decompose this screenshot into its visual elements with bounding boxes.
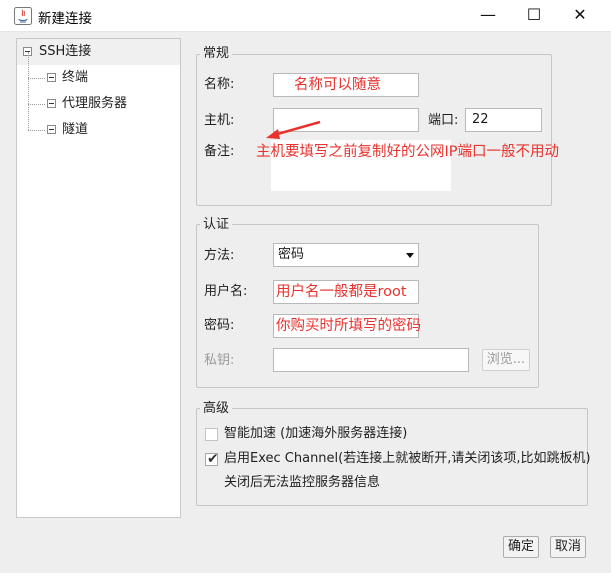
username-field[interactable]: 用户名一般都是root xyxy=(273,280,419,304)
maximize-button[interactable]: ☐ xyxy=(511,0,557,32)
tree-vertical-connector xyxy=(28,52,29,130)
smart-accel-label: 智能加速 (加速海外服务器连接) xyxy=(224,426,408,441)
window-title: 新建连接 xyxy=(38,11,92,27)
method-label: 方法: xyxy=(204,248,235,263)
smart-accel-checkbox[interactable] xyxy=(205,428,218,441)
general-legend: 常规 xyxy=(200,46,233,62)
collapse-icon[interactable] xyxy=(47,73,56,82)
title-bar: 新建连接 — ☐ ✕ xyxy=(0,0,611,32)
tree-item-label: 终端 xyxy=(62,70,89,85)
tree-connector xyxy=(28,78,45,80)
tree-item-terminal[interactable]: 终端 xyxy=(17,65,180,91)
minimize-button[interactable]: — xyxy=(465,0,511,32)
name-value: 名称可以随意 xyxy=(294,77,381,93)
tree-item-ssh[interactable]: SSH连接 xyxy=(17,39,180,65)
advanced-legend: 高级 xyxy=(200,401,233,417)
collapse-icon[interactable] xyxy=(47,125,56,134)
exec-channel-note: 关闭后无法监控服务器信息 xyxy=(224,475,381,490)
password-label: 密码: xyxy=(204,318,235,333)
private-key-field[interactable] xyxy=(273,348,469,372)
cancel-button[interactable]: 取消 xyxy=(550,536,586,558)
tree-item-tunnel[interactable]: 隧道 xyxy=(17,117,180,143)
close-button[interactable]: ✕ xyxy=(557,0,603,32)
host-label: 主机: xyxy=(204,113,235,128)
username-value: 用户名一般都是root xyxy=(276,284,407,300)
port-value: 22 xyxy=(472,112,489,127)
tree-connector xyxy=(28,130,45,132)
host-annotation: 主机要填写之前复制好的公网IP端口一般不用动 xyxy=(256,144,560,160)
username-label: 用户名: xyxy=(204,284,248,299)
name-field[interactable]: 名称可以随意 xyxy=(273,73,419,97)
port-field[interactable]: 22 xyxy=(465,108,542,132)
tree-connector xyxy=(28,104,45,106)
tree-item-proxy[interactable]: 代理服务器 xyxy=(17,91,180,117)
settings-tree: SSH连接 终端 代理服务器 隧道 xyxy=(16,38,181,518)
auth-legend: 认证 xyxy=(200,217,233,233)
collapse-icon[interactable] xyxy=(47,99,56,108)
password-field[interactable]: 你购买时所填写的密码 xyxy=(273,314,421,338)
private-key-label: 私钥: xyxy=(204,353,235,368)
tree-item-label: SSH连接 xyxy=(39,44,92,59)
tree-item-label: 隧道 xyxy=(62,122,89,137)
port-label: 端口: xyxy=(428,113,459,128)
method-value: 密码 xyxy=(278,247,305,262)
checkmark-icon: ✔ xyxy=(207,451,219,467)
browse-button[interactable]: 浏览... xyxy=(482,349,530,371)
exec-channel-label: 启用Exec Channel(若连接上就被断开,请关闭该项,比如跳板机) xyxy=(224,451,591,466)
ok-button[interactable]: 确定 xyxy=(503,536,539,558)
method-select[interactable]: 密码 xyxy=(273,243,419,267)
name-label: 名称: xyxy=(204,77,235,92)
dropdown-arrow-icon[interactable] xyxy=(406,253,414,258)
note-label: 备注: xyxy=(204,144,235,159)
java-app-icon xyxy=(14,7,32,25)
exec-channel-checkbox[interactable]: ✔ xyxy=(205,451,219,467)
password-value: 你购买时所填写的密码 xyxy=(276,318,421,334)
tree-item-label: 代理服务器 xyxy=(62,96,128,111)
red-arrow-icon xyxy=(266,120,321,139)
